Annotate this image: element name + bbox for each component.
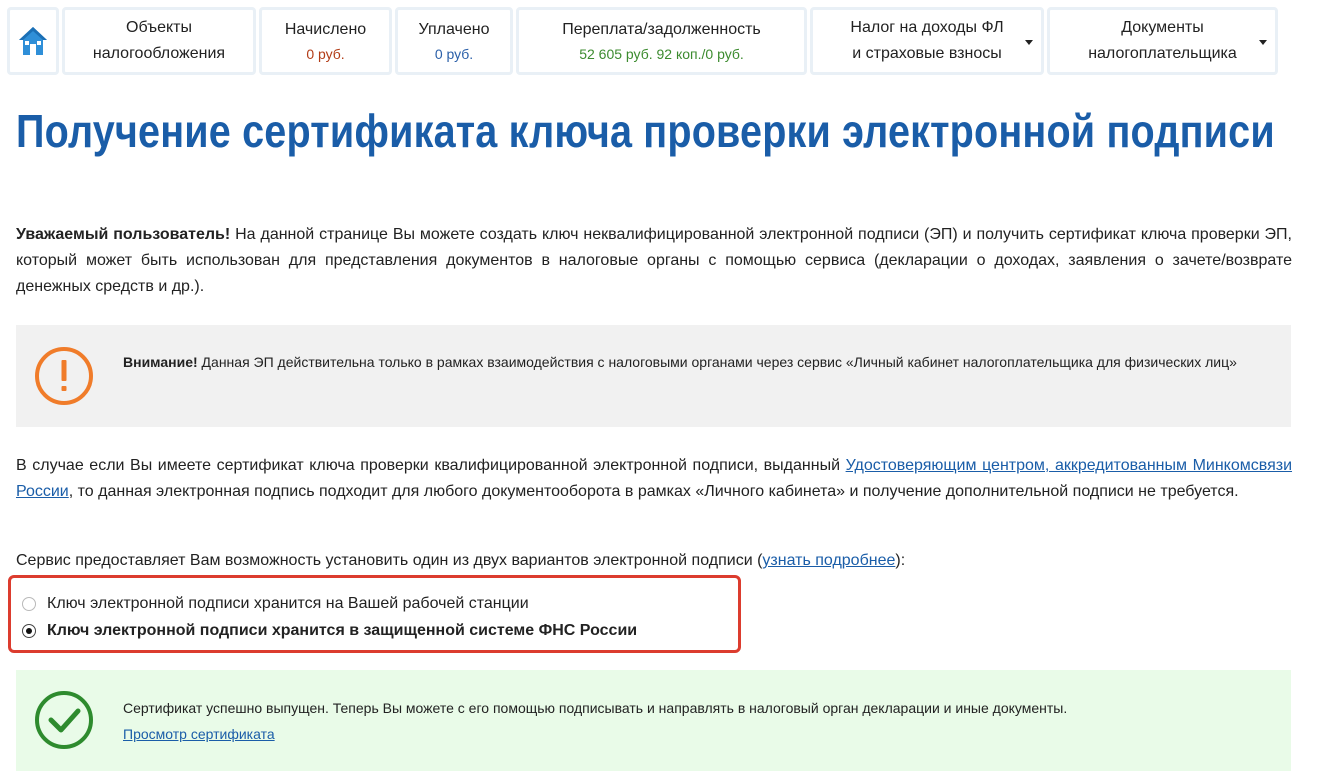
top-navigation: Объекты налогообложения Начислено 0 руб.…	[7, 7, 1281, 75]
tab-taxpayer-documents-dropdown[interactable]: Документы налогоплательщика	[1047, 7, 1278, 75]
intro-paragraph: Уважаемый пользователь! На данной страни…	[16, 222, 1292, 300]
tab-accrued[interactable]: Начислено 0 руб.	[259, 7, 392, 75]
home-icon	[19, 27, 47, 55]
warning-bold: Внимание!	[123, 354, 198, 370]
success-alert: Сертификат успешно выпущен. Теперь Вы мо…	[16, 670, 1291, 771]
warning-text: Данная ЭП действительна только в рамках …	[197, 354, 1237, 370]
tab-overpayment-title: Переплата/задолженность	[562, 21, 761, 38]
tab-accrued-value: 0 руб.	[306, 46, 345, 62]
options-text-2: ):	[895, 552, 906, 569]
qualified-signature-paragraph: В случае если Вы имеете сертификат ключа…	[16, 453, 1292, 505]
caret-down-icon	[1025, 40, 1033, 45]
view-certificate-link[interactable]: Просмотр сертификата	[123, 726, 275, 742]
exclamation-circle-icon	[35, 347, 93, 405]
tab-income-tax-dropdown[interactable]: Налог на доходы ФЛ и страховые взносы	[810, 7, 1044, 75]
success-text-block: Сертификат успешно выпущен. Теперь Вы мо…	[123, 695, 1261, 747]
tab-documents-line1: Документы	[1121, 19, 1204, 36]
signature-options-highlight	[8, 575, 741, 653]
radio-button-checked[interactable]	[22, 624, 36, 638]
qualified-text-2: , то данная электронная подпись подходит…	[68, 483, 1239, 500]
radio-option-workstation[interactable]: Ключ электронной подписи хранится на Ваш…	[22, 595, 529, 613]
check-circle-icon	[35, 691, 93, 749]
tab-overpayment-value: 52 605 руб. 92 коп./0 руб.	[579, 46, 744, 62]
page-title: Получение сертификата ключа проверки эле…	[16, 105, 1275, 157]
warning-alert: Внимание! Данная ЭП действительна только…	[16, 325, 1291, 427]
success-text: Сертификат успешно выпущен. Теперь Вы мо…	[123, 700, 1068, 716]
home-button[interactable]	[7, 7, 59, 75]
tab-income-tax-line1: Налог на доходы ФЛ	[850, 19, 1004, 36]
tab-overpayment-debt[interactable]: Переплата/задолженность 52 605 руб. 92 к…	[516, 7, 807, 75]
options-text-1: Сервис предоставляет Вам возможность уст…	[16, 552, 763, 569]
radio-option-fns-system[interactable]: Ключ электронной подписи хранится в защи…	[22, 622, 637, 640]
tab-paid[interactable]: Уплачено 0 руб.	[395, 7, 513, 75]
warning-text-block: Внимание! Данная ЭП действительна только…	[123, 349, 1261, 375]
radio-option-workstation-label: Ключ электронной подписи хранится на Ваш…	[47, 595, 529, 612]
tab-paid-value: 0 руб.	[434, 46, 474, 62]
tab-tax-objects-line2: налогообложения	[92, 45, 226, 62]
learn-more-link[interactable]: узнать подробнее	[762, 552, 895, 569]
caret-down-icon	[1259, 40, 1267, 45]
tab-income-tax-line2: и страховые взносы	[852, 45, 1002, 62]
qualified-text-1: В случае если Вы имеете сертификат ключа…	[16, 457, 846, 474]
options-paragraph: Сервис предоставляет Вам возможность уст…	[16, 548, 1292, 574]
tab-documents-line2: налогоплательщика	[1088, 45, 1237, 62]
tab-accrued-title: Начислено	[284, 21, 367, 38]
tab-tax-objects[interactable]: Объекты налогообложения	[62, 7, 256, 75]
intro-bold: Уважаемый пользователь!	[16, 226, 231, 243]
tab-paid-title: Уплачено	[418, 21, 490, 38]
radio-button-unchecked[interactable]	[22, 597, 36, 611]
radio-option-fns-label: Ключ электронной подписи хранится в защи…	[47, 622, 638, 639]
tab-tax-objects-line1: Объекты	[126, 19, 192, 36]
